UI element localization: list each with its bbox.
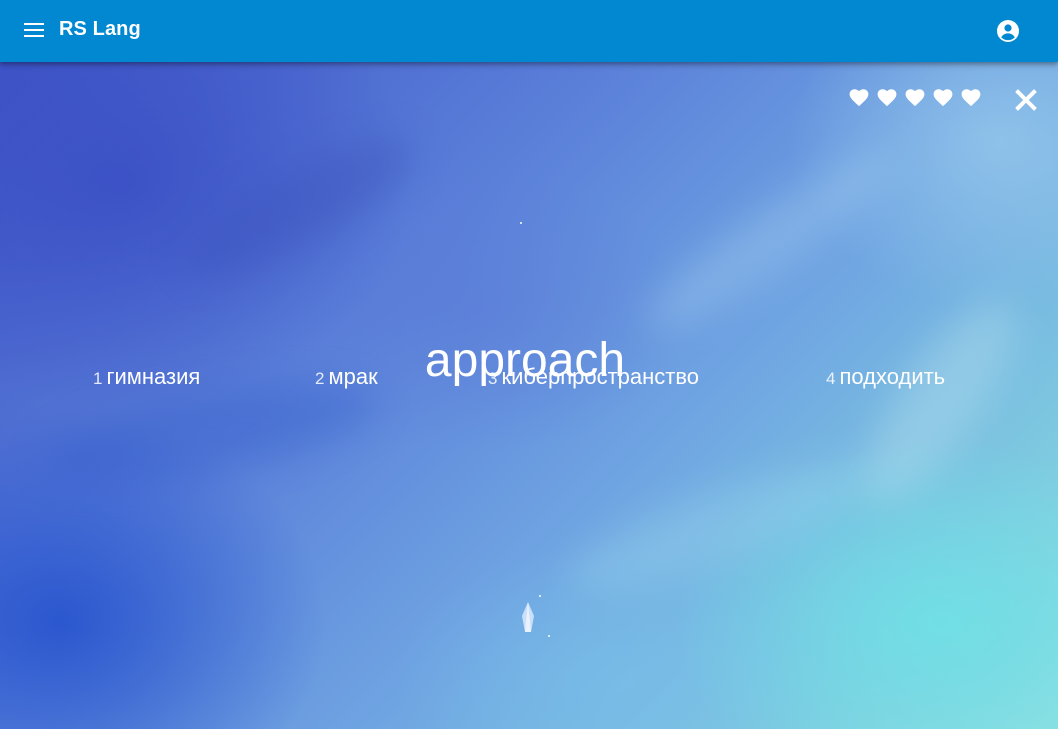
app-bar: RS Lang (0, 0, 1058, 62)
app-page: RS Lang approach 1 гимназия 2 мрак 3 киб… (0, 0, 1058, 729)
option-word: подходить (839, 364, 946, 389)
heart-icon (849, 89, 869, 107)
option-number: 2 (315, 369, 325, 388)
savannah-game-area: approach 1 гимназия 2 мрак 3 киберпространс… (0, 62, 1058, 729)
close-game-button[interactable] (1012, 86, 1040, 114)
menu-button[interactable] (16, 13, 52, 49)
answer-option-1[interactable]: 1 гимназия (93, 364, 200, 390)
close-icon (1015, 89, 1037, 111)
option-number: 3 (488, 369, 498, 388)
answer-options: 1 гимназия 2 мрак 3 киберпространство 4 подх… (0, 364, 1058, 394)
heart-icon (961, 89, 981, 107)
account-button[interactable] (990, 13, 1026, 49)
menu-icon (24, 23, 44, 37)
sparkle (539, 595, 541, 597)
crystal-icon (522, 602, 534, 632)
option-number: 1 (93, 369, 103, 388)
answer-option-4[interactable]: 4 подходить (826, 364, 945, 390)
app-title[interactable]: RS Lang (59, 18, 141, 41)
account-circle-icon (997, 20, 1019, 42)
sparkle (548, 635, 550, 637)
sparkle (520, 222, 522, 224)
answer-option-2[interactable]: 2 мрак (315, 364, 378, 390)
option-number: 4 (826, 369, 836, 388)
heart-icon (933, 89, 953, 107)
option-word: мрак (328, 364, 378, 389)
lives-indicator (849, 89, 981, 109)
heart-icon (877, 89, 897, 107)
option-word: гимназия (106, 364, 201, 389)
heart-icon (905, 89, 925, 107)
answer-option-3[interactable]: 3 киберпространство (488, 364, 699, 390)
option-word: киберпространство (501, 364, 700, 389)
